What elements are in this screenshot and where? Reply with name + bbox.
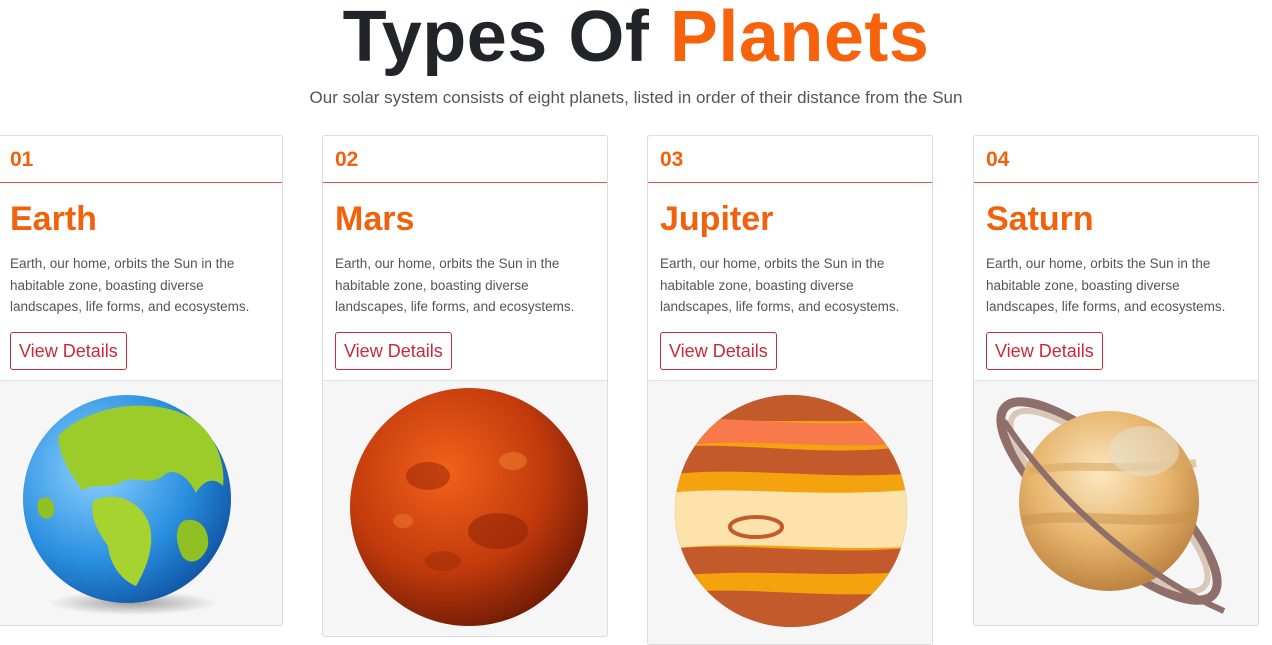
saturn-icon bbox=[996, 397, 1226, 614]
card-number: 01 bbox=[0, 136, 282, 183]
view-details-button[interactable]: View Details bbox=[660, 331, 777, 370]
card-number: 04 bbox=[974, 136, 1258, 183]
planet-card-mars: 02 Mars Earth, our home, orbits the Sun … bbox=[322, 135, 608, 637]
earth-icon bbox=[23, 395, 231, 615]
card-image bbox=[648, 380, 932, 644]
card-title: Mars bbox=[335, 200, 415, 238]
mars-icon bbox=[350, 388, 588, 626]
page-title: Types Of Planets bbox=[0, 0, 1272, 82]
view-details-button[interactable]: View Details bbox=[335, 331, 452, 370]
card-image bbox=[0, 380, 282, 625]
planet-card-earth: 01 Earth Earth, our home, orbits the Sun… bbox=[0, 135, 283, 626]
card-title: Jupiter bbox=[660, 200, 774, 238]
page-title-main: Types Of bbox=[342, 0, 650, 77]
card-number: 02 bbox=[323, 136, 607, 183]
card-image bbox=[974, 380, 1258, 625]
card-body: Saturn Earth, our home, orbits the Sun i… bbox=[974, 183, 1258, 380]
jupiter-icon bbox=[674, 394, 908, 628]
card-title: Earth bbox=[10, 200, 97, 238]
card-title: Saturn bbox=[986, 200, 1094, 238]
card-body: Mars Earth, our home, orbits the Sun in … bbox=[323, 183, 607, 380]
page-subtitle: Our solar system consists of eight plane… bbox=[309, 88, 963, 107]
view-details-button[interactable]: View Details bbox=[10, 331, 127, 370]
card-image bbox=[323, 380, 607, 636]
card-body: Jupiter Earth, our home, orbits the Sun … bbox=[648, 183, 932, 380]
page-title-accent: Planets bbox=[669, 0, 930, 77]
card-description: Earth, our home, orbits the Sun in the h… bbox=[10, 256, 250, 314]
card-description: Earth, our home, orbits the Sun in the h… bbox=[986, 256, 1226, 314]
card-body: Earth Earth, our home, orbits the Sun in… bbox=[0, 183, 282, 380]
card-description: Earth, our home, orbits the Sun in the h… bbox=[335, 256, 575, 314]
card-description: Earth, our home, orbits the Sun in the h… bbox=[660, 256, 900, 314]
card-number: 03 bbox=[648, 136, 932, 183]
planet-card-jupiter: 03 Jupiter Earth, our home, orbits the S… bbox=[647, 135, 933, 645]
planet-card-saturn: 04 Saturn Earth, our home, orbits the Su… bbox=[973, 135, 1259, 626]
view-details-button[interactable]: View Details bbox=[986, 331, 1103, 370]
